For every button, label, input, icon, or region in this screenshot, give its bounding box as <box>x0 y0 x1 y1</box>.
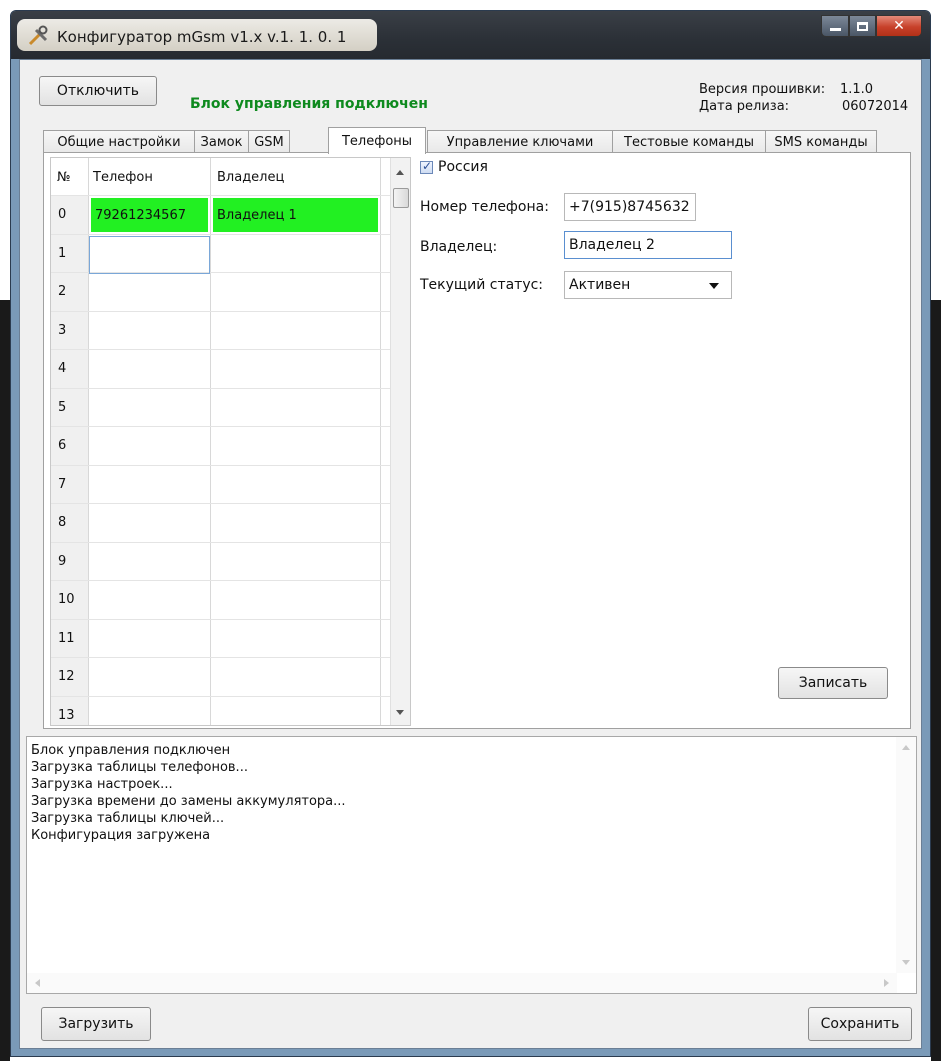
scroll-up-icon[interactable] <box>902 745 910 750</box>
desktop-edge-left <box>0 300 10 1061</box>
row-number[interactable]: 8 <box>51 504 88 542</box>
maximize-button[interactable] <box>849 15 876 37</box>
scroll-down-icon[interactable] <box>902 960 910 965</box>
write-button[interactable]: Записать <box>778 667 888 699</box>
scroll-left-icon[interactable] <box>35 979 40 987</box>
row-divider <box>51 465 391 466</box>
row-divider <box>51 426 391 427</box>
row-number[interactable]: 5 <box>51 389 88 427</box>
title-bar[interactable]: Конфигуратор mGsm v1.x v.1. 1. 0. 1 ✕ <box>11 11 930 59</box>
phone-cell[interactable]: 79261234567 <box>91 198 208 232</box>
load-button[interactable]: Загрузить <box>41 1007 151 1041</box>
row-number[interactable]: 1 <box>51 235 88 273</box>
scroll-up-icon[interactable] <box>396 170 404 175</box>
client-area: Отключить Блок управления подключен Верс… <box>19 59 922 1049</box>
row-number[interactable]: 7 <box>51 466 88 504</box>
save-button[interactable]: Сохранить <box>808 1007 912 1041</box>
minimize-button[interactable] <box>821 15 849 37</box>
grid-divider <box>210 158 211 725</box>
row-number[interactable]: 12 <box>51 658 88 696</box>
scroll-thumb[interactable] <box>393 188 409 208</box>
log-panel[interactable]: Блок управления подключен Загрузка таблиц… <box>26 736 917 994</box>
connection-status: Блок управления подключен <box>190 96 428 112</box>
log-line: Блок управления подключен <box>31 743 231 758</box>
log-line: Загрузка настроек... <box>31 777 173 792</box>
tools-icon <box>28 25 48 46</box>
firmware-value: 1.1.0 <box>840 82 874 97</box>
desktop-edge-right <box>931 300 941 1061</box>
row-number[interactable]: 4 <box>51 350 88 388</box>
row-divider <box>51 542 391 543</box>
row-number[interactable]: 13 <box>51 697 88 725</box>
column-header-owner: Владелец <box>217 170 285 185</box>
close-button[interactable]: ✕ <box>876 15 922 37</box>
tab-key-management[interactable]: Управление ключами <box>427 130 613 153</box>
tab-test-commands[interactable]: Тестовые команды <box>612 130 766 153</box>
close-icon: ✕ <box>893 18 905 34</box>
row-number[interactable]: 2 <box>51 273 88 311</box>
tab-sms-commands[interactable]: SMS команды <box>765 130 877 153</box>
row-divider <box>51 503 391 504</box>
row-number[interactable]: 11 <box>51 620 88 658</box>
owner-cell[interactable]: Владелец 1 <box>213 198 378 232</box>
log-vertical-scrollbar[interactable] <box>896 737 916 973</box>
grid-divider <box>380 158 381 725</box>
owner-input[interactable]: Владелец 2 <box>564 231 732 259</box>
log-line: Загрузка времени до замены аккумулятора.… <box>31 794 346 809</box>
table-vertical-scrollbar[interactable] <box>390 158 410 725</box>
log-line: Конфигурация загружена <box>31 828 211 843</box>
log-line: Загрузка таблицы телефонов... <box>31 760 248 775</box>
status-dropdown-value: Активен <box>569 277 631 293</box>
tab-general[interactable]: Общие настройки <box>43 130 195 153</box>
row-divider <box>51 311 391 312</box>
release-value: 06072014 <box>842 99 909 114</box>
row-divider <box>51 657 391 658</box>
row-number[interactable]: 6 <box>51 427 88 465</box>
row-divider <box>51 349 391 350</box>
tab-lock[interactable]: Замок <box>194 130 249 153</box>
tab-phones[interactable]: Телефоны <box>328 127 426 154</box>
row-divider <box>51 619 391 620</box>
scroll-down-icon[interactable] <box>396 710 404 715</box>
row-number[interactable]: 10 <box>51 581 88 619</box>
owner-label: Владелец: <box>420 239 498 255</box>
tab-gsm[interactable]: GSM <box>248 130 290 153</box>
disconnect-button[interactable]: Отключить <box>39 76 157 106</box>
log-horizontal-scrollbar[interactable] <box>27 973 897 993</box>
phone-number-label: Номер телефона: <box>420 199 549 215</box>
selected-cell <box>89 236 210 274</box>
phone-number-input[interactable]: +7(915)8745632 <box>564 193 696 221</box>
check-icon: ✓ <box>422 159 433 173</box>
row-divider <box>51 580 391 581</box>
release-label: Дата релиза: <box>699 99 790 114</box>
russia-checkbox[interactable]: ✓ <box>420 159 433 174</box>
row-divider <box>51 388 391 389</box>
row-number[interactable]: 0 <box>51 196 88 234</box>
russia-label: Россия <box>438 159 488 175</box>
column-header-phone: Телефон <box>93 170 153 185</box>
row-divider <box>51 195 391 196</box>
row-number[interactable]: 3 <box>51 312 88 350</box>
table-header: № Телефон Владелец <box>51 158 391 194</box>
status-label: Текущий статус: <box>420 277 544 293</box>
app-window: Конфигуратор mGsm v1.x v.1. 1. 0. 1 ✕ От… <box>10 10 931 1057</box>
status-dropdown[interactable]: Активен <box>564 271 732 299</box>
row-divider <box>51 696 391 697</box>
maximize-icon <box>857 21 868 31</box>
scroll-right-icon[interactable] <box>884 979 889 987</box>
phones-tab-panel: № Телефон Владелец 0 79261234567 Владелец … <box>43 152 911 729</box>
phones-table[interactable]: № Телефон Владелец 0 79261234567 Владелец … <box>50 157 411 726</box>
column-header-num: № <box>57 170 71 185</box>
row-divider <box>51 234 391 235</box>
minimize-icon <box>829 27 841 31</box>
window-title: Конфигуратор mGsm v1.x v.1. 1. 0. 1 <box>57 28 347 46</box>
caption-buttons: ✕ <box>821 15 922 37</box>
row-number[interactable]: 9 <box>51 543 88 581</box>
chevron-down-icon <box>709 283 719 289</box>
log-line: Загрузка таблицы ключей... <box>31 811 225 826</box>
firmware-label: Версия прошивки: <box>699 82 826 97</box>
